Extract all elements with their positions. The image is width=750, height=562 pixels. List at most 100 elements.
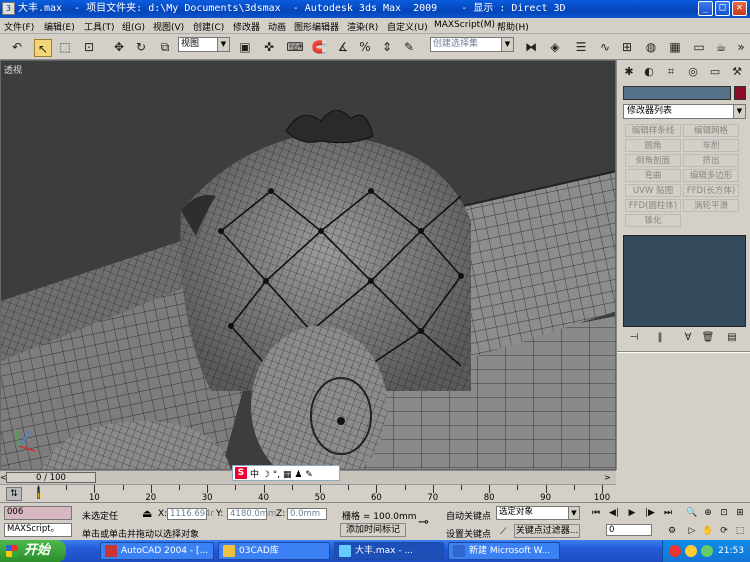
- named-selection-dropdown[interactable]: 创建选择集 ▼: [430, 37, 514, 52]
- curve-editor-icon[interactable]: ∿: [596, 38, 614, 56]
- modifier-button-turbosmooth[interactable]: 涡轮平滑: [683, 199, 739, 212]
- tray-app-icon[interactable]: [669, 545, 681, 557]
- menu-help[interactable]: 帮助(H): [497, 20, 529, 33]
- menu-view[interactable]: 视图(V): [153, 20, 184, 33]
- key-filters-button[interactable]: 关键点过滤器...: [514, 524, 580, 538]
- y-coordinate-field[interactable]: 4180.0mm: [227, 508, 276, 520]
- fov-icon[interactable]: ▷: [684, 524, 700, 538]
- schematic-view-icon[interactable]: ⊞: [618, 38, 636, 56]
- pivot-center-icon[interactable]: ▣: [236, 38, 254, 56]
- modifier-button-taper[interactable]: 锥化: [625, 214, 681, 227]
- select-object-icon[interactable]: ↖: [34, 39, 52, 57]
- sogou-ime-icon[interactable]: S: [235, 467, 247, 479]
- perspective-viewport[interactable]: 透视: [0, 60, 616, 470]
- snap-toggle-icon[interactable]: 🧲: [310, 38, 328, 56]
- render-setup-icon[interactable]: ▦: [666, 38, 684, 56]
- modifier-button-bevel-profile[interactable]: 倒角剖面: [625, 154, 681, 167]
- minimize-button[interactable]: _: [698, 1, 713, 16]
- zoom-icon[interactable]: 🔍: [684, 506, 700, 520]
- time-config-icon[interactable]: ⚙: [664, 524, 680, 538]
- menu-group[interactable]: 组(G): [122, 20, 145, 33]
- key-mode-dropdown[interactable]: 选定对象 ▼: [496, 506, 580, 520]
- taskbar-item-word[interactable]: 新建 Microsoft W...: [448, 542, 560, 560]
- spinner-snap-icon[interactable]: ⇕: [378, 38, 396, 56]
- select-manipulate-icon[interactable]: ✜: [260, 38, 278, 56]
- object-color-swatch[interactable]: [734, 86, 746, 100]
- auto-key-button[interactable]: 自动关键点: [446, 509, 491, 522]
- goto-start-icon[interactable]: ⏮: [588, 506, 604, 520]
- play-icon[interactable]: ▶: [624, 506, 640, 520]
- percent-snap-icon[interactable]: %: [356, 38, 374, 56]
- add-time-tag-button[interactable]: 添加时间标记: [340, 523, 406, 537]
- track-bar[interactable]: ⇅ 10 20 30 40 50 60 70 80 90 100: [0, 484, 616, 503]
- keyboard-shortcut-icon[interactable]: ⌨: [286, 38, 304, 56]
- display-tab-icon[interactable]: ▭: [707, 64, 723, 80]
- align-icon[interactable]: ◈: [546, 38, 564, 56]
- modifier-button-edit-mesh[interactable]: 编辑网格: [683, 124, 739, 137]
- next-frame-icon[interactable]: |▶: [642, 506, 658, 520]
- curve-editor-open-icon[interactable]: ⇅: [6, 487, 22, 501]
- motion-tab-icon[interactable]: ◎: [685, 64, 701, 80]
- maximize-button[interactable]: □: [715, 1, 730, 16]
- make-unique-icon[interactable]: ∀: [679, 331, 697, 345]
- menu-customize[interactable]: 自定义(U): [387, 20, 428, 33]
- select-region-icon[interactable]: ⬚: [56, 38, 74, 56]
- maximize-viewport-icon[interactable]: ⬚: [732, 524, 748, 538]
- toolbar-overflow-icon[interactable]: »: [732, 38, 750, 56]
- rotate-icon[interactable]: ↻: [132, 38, 150, 56]
- menu-edit[interactable]: 编辑(E): [44, 20, 75, 33]
- prev-frame-icon[interactable]: ◀|: [606, 506, 622, 520]
- zoom-extents-all-icon[interactable]: ⊞: [732, 506, 748, 520]
- app-icon[interactable]: 3: [2, 2, 15, 15]
- edit-named-selection-icon[interactable]: ✎: [400, 38, 418, 56]
- menu-modifiers[interactable]: 修改器: [233, 20, 260, 33]
- ime-options[interactable]: 中 ☽ °, ▦ ♟ ✎: [250, 467, 313, 480]
- taskbar-item-3dsmax[interactable]: 大丰.max - ...: [334, 542, 444, 560]
- reference-coordinate-dropdown[interactable]: 视图 ▼: [178, 37, 230, 52]
- mirror-icon[interactable]: ⧓: [522, 38, 540, 56]
- undo-icon[interactable]: ↶: [8, 38, 26, 56]
- key-filter-icon[interactable]: ⟋: [500, 527, 506, 537]
- menu-animation[interactable]: 动画: [268, 20, 286, 33]
- scale-icon[interactable]: ⧉: [156, 38, 174, 56]
- menu-file[interactable]: 文件(F): [4, 20, 34, 33]
- modifier-button-ffd-cyl[interactable]: FFD(圆柱体): [625, 199, 681, 212]
- orbit-icon[interactable]: ⟳: [716, 524, 732, 538]
- pin-stack-icon[interactable]: ⊣: [625, 331, 643, 345]
- modifier-button-edit-poly[interactable]: 编辑多边形: [683, 169, 739, 182]
- modifier-stack-list[interactable]: [623, 235, 746, 327]
- modifier-button-uvw-map[interactable]: UVW 贴图: [625, 184, 681, 197]
- quick-render-icon[interactable]: ☕: [712, 38, 730, 56]
- ime-toolbar[interactable]: S 中 ☽ °, ▦ ♟ ✎: [232, 465, 340, 481]
- menu-graph-editors[interactable]: 图形编辑器: [294, 20, 339, 33]
- menu-rendering[interactable]: 渲染(R): [347, 20, 378, 33]
- time-slider-thumb[interactable]: 0 / 100: [6, 472, 96, 483]
- set-key-icon[interactable]: ⊸: [418, 515, 429, 530]
- object-name-field[interactable]: [623, 86, 731, 100]
- remove-modifier-icon[interactable]: 🗑: [699, 331, 717, 345]
- frame-ruler[interactable]: 10 20 30 40 50 60 70 80 90 100: [30, 485, 610, 503]
- menu-create[interactable]: 创建(C): [193, 20, 224, 33]
- viewport-label[interactable]: 透视: [4, 63, 22, 76]
- utilities-tab-icon[interactable]: ⚒: [729, 64, 745, 80]
- taskbar-item-folder[interactable]: 03CAD库: [218, 542, 330, 560]
- modify-tab-icon[interactable]: ◐: [641, 64, 657, 80]
- modifier-button-edit-spline[interactable]: 编辑样条线: [625, 124, 681, 137]
- pan-icon[interactable]: ✋: [700, 524, 716, 538]
- close-button[interactable]: ✕: [732, 1, 747, 16]
- current-frame-field[interactable]: 0: [606, 524, 652, 536]
- window-crossing-icon[interactable]: ⊡: [80, 38, 98, 56]
- layer-manager-icon[interactable]: ☰: [572, 38, 590, 56]
- z-coordinate-field[interactable]: 0.0mm: [287, 508, 327, 520]
- show-end-result-icon[interactable]: ‖: [651, 331, 669, 345]
- modifier-button-bend[interactable]: 弯曲: [625, 169, 681, 182]
- x-coordinate-field[interactable]: 1116.694r: [167, 508, 214, 520]
- modifier-button-lathe[interactable]: 车削: [683, 139, 739, 152]
- angle-snap-icon[interactable]: ∡: [334, 38, 352, 56]
- start-button[interactable]: 开始: [0, 540, 66, 562]
- create-tab-icon[interactable]: ✱: [621, 64, 637, 80]
- maxscript-listener[interactable]: MAXScript。: [4, 523, 72, 537]
- modifier-list-dropdown[interactable]: 修改器列表 ▼: [623, 104, 746, 119]
- modifier-button-extrude[interactable]: 挤出: [683, 154, 739, 167]
- set-key-button[interactable]: 设置关键点: [446, 527, 491, 540]
